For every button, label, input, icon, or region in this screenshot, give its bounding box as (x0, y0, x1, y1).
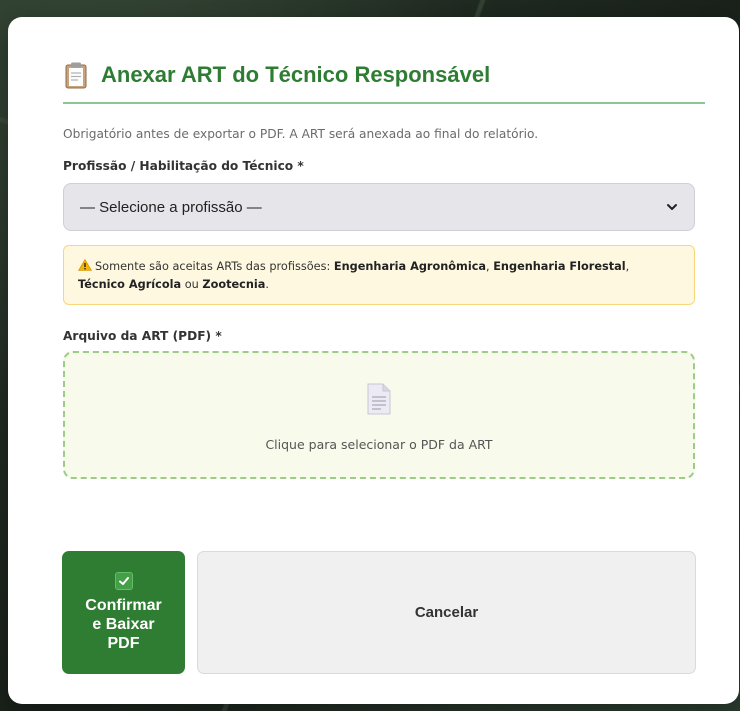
pdf-dropzone[interactable]: Clique para selecionar o PDF da ART (63, 351, 695, 479)
warning-profession-agronomica: Engenharia Agronômica (333, 260, 487, 273)
warning-sep-3: ou (181, 278, 203, 291)
modal-header: Anexar ART do Técnico Responsável (63, 61, 705, 104)
cancel-label: Cancelar (414, 604, 479, 621)
warning-suffix: . (265, 278, 269, 291)
warning-triangle-icon (78, 259, 92, 271)
dropzone-text: Clique para selecionar o PDF da ART (265, 437, 493, 452)
profession-label: Profissão / Habilitação do Técnico * (63, 159, 304, 173)
confirm-download-label: Confirmar e Baixar PDF (85, 597, 162, 652)
profession-select-value: — Selecione a profissão — (80, 198, 262, 216)
document-icon (367, 383, 391, 415)
modal-title: Anexar ART do Técnico Responsável (101, 62, 491, 87)
checkbox-check-icon (114, 572, 133, 590)
warning-profession-tecnico-agricola: Técnico Agrícola (78, 278, 182, 291)
clipboard-icon (65, 62, 87, 89)
warning-sep-2: , (625, 260, 630, 273)
chevron-down-icon (667, 204, 677, 210)
confirm-download-button[interactable]: Confirmar e Baixar PDF (62, 551, 185, 674)
warning-prefix: Somente são aceitas ARTs das profissões: (95, 260, 334, 273)
modal-subtitle: Obrigatório antes de exportar o PDF. A A… (63, 127, 539, 141)
art-upload-modal: Anexar ART do Técnico Responsável Obriga… (8, 17, 739, 704)
profession-warning: Somente são aceitas ARTs das profissões:… (63, 245, 695, 305)
cancel-button[interactable]: Cancelar (197, 551, 696, 674)
file-label: Arquivo da ART (PDF) * (63, 329, 222, 343)
warning-profession-florestal: Engenharia Florestal (493, 260, 626, 273)
warning-profession-zootecnia: Zootecnia (202, 278, 266, 291)
profession-select[interactable]: — Selecione a profissão — (63, 183, 695, 231)
